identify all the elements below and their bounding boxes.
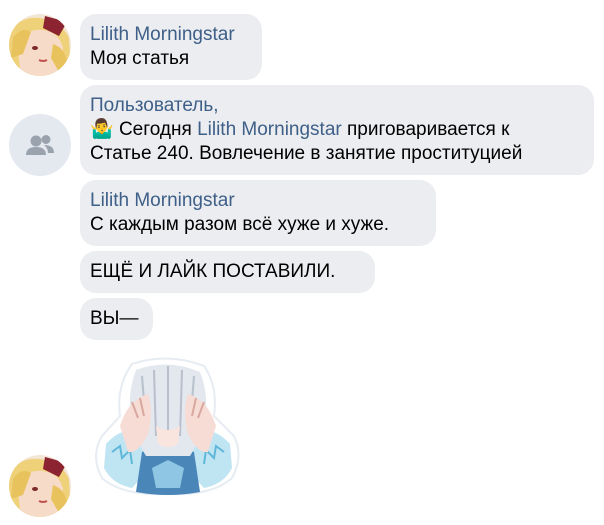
message-bubble[interactable]: ВЫ— — [80, 298, 153, 340]
facepalm-sticker[interactable] — [92, 356, 244, 498]
message-bubble[interactable]: Lilith Morningstar С каждым разом всё ху… — [80, 180, 436, 246]
message-text: ЕЩЁ И ЛАЙК ПОСТАВИЛИ. — [90, 261, 336, 282]
avatar-image — [9, 14, 71, 76]
message-text: Сегодня — [113, 119, 198, 140]
group-avatar[interactable] — [9, 114, 71, 176]
message-text: ВЫ— — [90, 308, 139, 329]
chat-history: Lilith Morningstar Моя статья Пользовате… — [0, 0, 604, 525]
message-bubble[interactable]: ЕЩЁ И ЛАЙК ПОСТАВИЛИ. — [80, 251, 375, 293]
users-icon — [26, 135, 54, 155]
avatar-lilith-bottom[interactable] — [9, 455, 71, 517]
avatar-image — [9, 455, 71, 517]
sender-name[interactable]: Пользователь, — [90, 94, 584, 118]
shrug-emoji-icon: 🤷‍♂️ — [90, 119, 114, 140]
message-text-line: Статье 240. Вовлечение в занятие простит… — [90, 143, 523, 164]
avatar-lilith-top[interactable] — [9, 14, 71, 76]
sender-name[interactable]: Lilith Morningstar — [90, 23, 252, 47]
message-bubble[interactable]: Пользователь, 🤷‍♂️ Сегодня Lilith Mornin… — [80, 85, 594, 175]
message-text-line: 🤷‍♂️ Сегодня Lilith Morningstar приговар… — [90, 118, 584, 142]
user-mention-link[interactable]: Lilith Morningstar — [197, 119, 342, 140]
sender-name[interactable]: Lilith Morningstar — [90, 189, 426, 213]
message-text: С каждым разом всё хуже и хуже. — [90, 214, 390, 235]
message-text: приговаривается к — [341, 119, 510, 140]
message-bubble[interactable]: Lilith Morningstar Моя статья — [80, 14, 262, 80]
facepalm-anime-girl-sticker — [95, 357, 240, 496]
message-text: Моя статья — [90, 48, 190, 69]
